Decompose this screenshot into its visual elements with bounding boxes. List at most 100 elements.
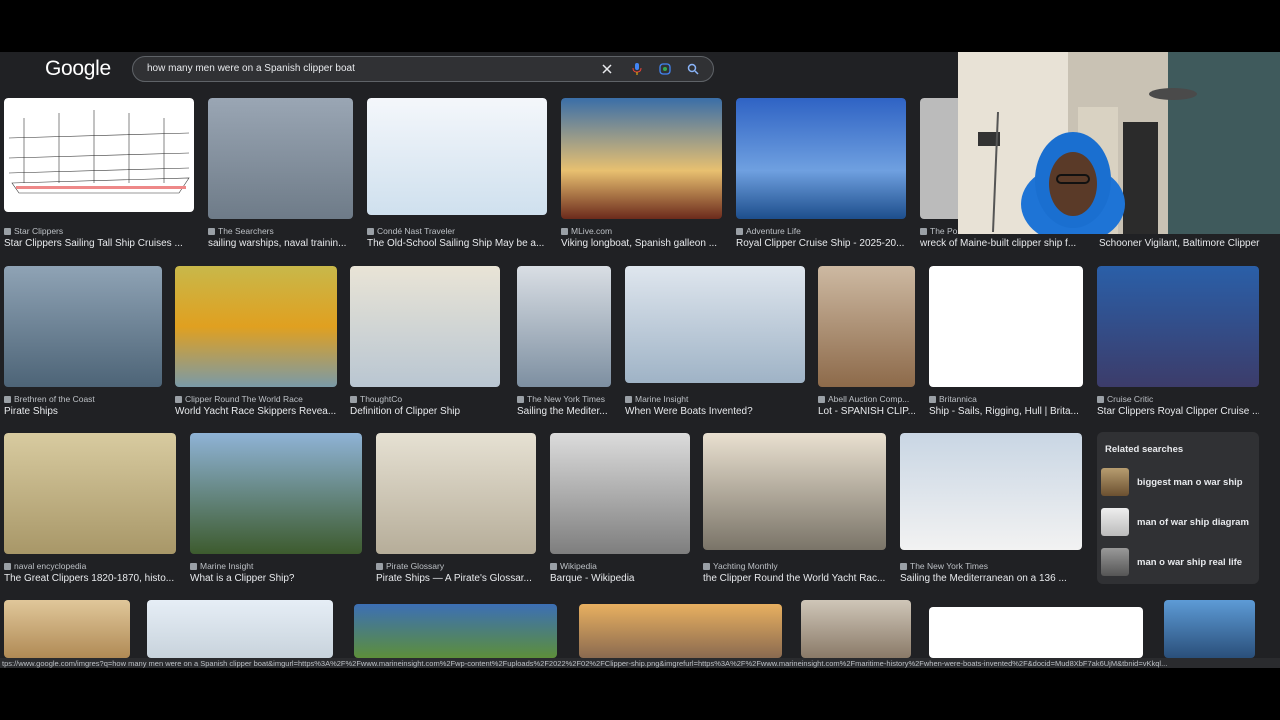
- result-title[interactable]: Barque - Wikipedia: [550, 573, 690, 584]
- result-thumbnail[interactable]: [4, 266, 162, 387]
- search-icon[interactable]: [685, 61, 701, 77]
- image-result[interactable]: [801, 600, 911, 658]
- result-source: Britannica: [929, 394, 977, 404]
- related-search-item[interactable]: man of war ship diagram: [1101, 507, 1255, 537]
- result-thumbnail[interactable]: [4, 98, 194, 212]
- result-title[interactable]: The Old-School Sailing Ship May be a...: [367, 238, 547, 249]
- image-result[interactable]: Star Clippers Star Clippers Sailing Tall…: [4, 98, 194, 250]
- result-title[interactable]: World Yacht Race Skippers Revea...: [175, 406, 337, 417]
- result-title[interactable]: Star Clippers Sailing Tall Ship Cruises …: [4, 238, 194, 249]
- result-source: Brethren of the Coast: [4, 394, 95, 404]
- image-result[interactable]: MLive.com Viking longboat, Spanish galle…: [561, 98, 722, 250]
- image-result[interactable]: Marine Insight What is a Clipper Ship?: [190, 433, 362, 585]
- result-title[interactable]: Star Clippers Royal Clipper Cruise ...: [1097, 406, 1259, 417]
- result-title[interactable]: Definition of Clipper Ship: [350, 406, 500, 417]
- result-title[interactable]: When Were Boats Invented?: [625, 406, 805, 417]
- result-title[interactable]: sailing warships, naval trainin...: [208, 238, 353, 249]
- result-source: Condé Nast Traveler: [367, 226, 455, 236]
- image-result[interactable]: Condé Nast Traveler The Old-School Saili…: [367, 98, 547, 250]
- result-source: Star Clippers: [4, 226, 63, 236]
- related-searches-heading: Related searches: [1105, 444, 1184, 455]
- result-source: The New York Times: [517, 394, 605, 404]
- image-result[interactable]: Pirate Glossary Pirate Ships — A Pirate'…: [376, 433, 536, 585]
- related-searches-panel: Related searches biggest man o war ship …: [1097, 432, 1259, 584]
- result-title[interactable]: Sailing the Mediterranean on a 136 ...: [900, 573, 1082, 584]
- image-result[interactable]: Marine Insight When Were Boats Invented?: [625, 266, 805, 418]
- result-thumbnail[interactable]: [703, 433, 886, 550]
- result-source: Cruise Critic: [1097, 394, 1153, 404]
- image-result[interactable]: Abell Auction Comp... Lot - SPANISH CLIP…: [818, 266, 915, 418]
- image-result[interactable]: The New York Times Sailing the Mediter..…: [517, 266, 611, 418]
- image-result[interactable]: [579, 604, 782, 658]
- image-result[interactable]: Cruise Critic Star Clippers Royal Clippe…: [1097, 266, 1259, 418]
- result-thumbnail[interactable]: [350, 266, 500, 387]
- result-thumbnail[interactable]: [376, 433, 536, 554]
- related-thumbnail: [1101, 468, 1129, 496]
- result-title[interactable]: wreck of Maine-built clipper ship f...: [920, 238, 1090, 249]
- image-result[interactable]: [4, 600, 130, 658]
- result-thumbnail[interactable]: [208, 98, 353, 219]
- result-title[interactable]: Sailing the Mediter...: [517, 406, 611, 417]
- image-result[interactable]: Britannica Ship - Sails, Rigging, Hull |…: [929, 266, 1083, 418]
- result-thumbnail[interactable]: [929, 266, 1083, 387]
- result-thumbnail[interactable]: [736, 98, 906, 219]
- close-icon[interactable]: [599, 61, 615, 77]
- microphone-icon[interactable]: [629, 61, 645, 77]
- search-box[interactable]: how many men were on a Spanish clipper b…: [132, 56, 714, 82]
- result-source: Clipper Round The World Race: [175, 394, 303, 404]
- related-search-item[interactable]: biggest man o war ship: [1101, 467, 1255, 497]
- status-bar-url: tps://www.google.com/imgres?q=how many m…: [0, 658, 1280, 668]
- result-title[interactable]: Lot - SPANISH CLIP...: [818, 406, 915, 417]
- image-result[interactable]: The New York Times Sailing the Mediterra…: [900, 433, 1082, 585]
- result-source: Marine Insight: [190, 561, 253, 571]
- google-logo[interactable]: Google: [45, 57, 111, 81]
- result-title[interactable]: Viking longboat, Spanish galleon ...: [561, 238, 722, 249]
- result-title[interactable]: Ship - Sails, Rigging, Hull | Brita...: [929, 406, 1083, 417]
- result-title[interactable]: Pirate Ships — A Pirate's Glossar...: [376, 573, 536, 584]
- result-source: The New York Times: [900, 561, 988, 571]
- result-thumbnail[interactable]: [367, 98, 547, 215]
- image-result[interactable]: The Searchers sailing warships, naval tr…: [208, 98, 353, 250]
- image-result[interactable]: [147, 600, 333, 658]
- result-source: Abell Auction Comp...: [818, 394, 909, 404]
- image-result[interactable]: [354, 604, 557, 658]
- result-thumbnail[interactable]: [818, 266, 915, 387]
- result-thumbnail[interactable]: [4, 433, 176, 554]
- result-source: MLive.com: [561, 226, 612, 236]
- image-result[interactable]: naval encyclopedia The Great Clippers 18…: [4, 433, 176, 585]
- image-result[interactable]: Yachting Monthly the Clipper Round the W…: [703, 433, 886, 585]
- image-result[interactable]: Wikipedia Barque - Wikipedia: [550, 433, 690, 585]
- result-source: Adventure Life: [736, 226, 801, 236]
- image-result[interactable]: Brethren of the Coast Pirate Ships: [4, 266, 162, 418]
- image-result[interactable]: ThoughtCo Definition of Clipper Ship: [350, 266, 500, 418]
- result-source: The Searchers: [208, 226, 274, 236]
- result-title[interactable]: Royal Clipper Cruise Ship - 2025-20...: [736, 238, 906, 249]
- result-title[interactable]: Pirate Ships: [4, 406, 162, 417]
- result-thumbnail[interactable]: [517, 266, 611, 387]
- result-title[interactable]: The Great Clippers 1820-1870, histo...: [4, 573, 176, 584]
- result-thumbnail[interactable]: [190, 433, 362, 554]
- lens-icon[interactable]: [657, 61, 673, 77]
- result-title[interactable]: the Clipper Round the World Yacht Rac...: [703, 573, 886, 584]
- ceiling-fan: [1149, 88, 1197, 100]
- result-thumbnail[interactable]: [550, 433, 690, 554]
- result-source: Pirate Glossary: [376, 561, 444, 571]
- result-thumbnail[interactable]: [561, 98, 722, 219]
- result-title[interactable]: Schooner Vigilant, Baltimore Clipper: [1099, 238, 1269, 249]
- related-thumbnail: [1101, 508, 1129, 536]
- result-title[interactable]: What is a Clipper Ship?: [190, 573, 362, 584]
- image-result[interactable]: Clipper Round The World Race World Yacht…: [175, 266, 337, 418]
- image-result[interactable]: [1164, 600, 1255, 658]
- related-search-item[interactable]: man o war ship real life: [1101, 547, 1255, 577]
- result-source: The Po: [920, 226, 957, 236]
- result-source: Marine Insight: [625, 394, 688, 404]
- result-source: naval encyclopedia: [4, 561, 86, 571]
- result-thumbnail[interactable]: [625, 266, 805, 383]
- image-result[interactable]: [929, 607, 1143, 658]
- result-thumbnail[interactable]: [175, 266, 337, 387]
- webcam-overlay: [958, 52, 1280, 234]
- search-input[interactable]: how many men were on a Spanish clipper b…: [147, 63, 355, 74]
- result-thumbnail[interactable]: [900, 433, 1082, 550]
- image-result[interactable]: Adventure Life Royal Clipper Cruise Ship…: [736, 98, 906, 250]
- result-thumbnail[interactable]: [1097, 266, 1259, 387]
